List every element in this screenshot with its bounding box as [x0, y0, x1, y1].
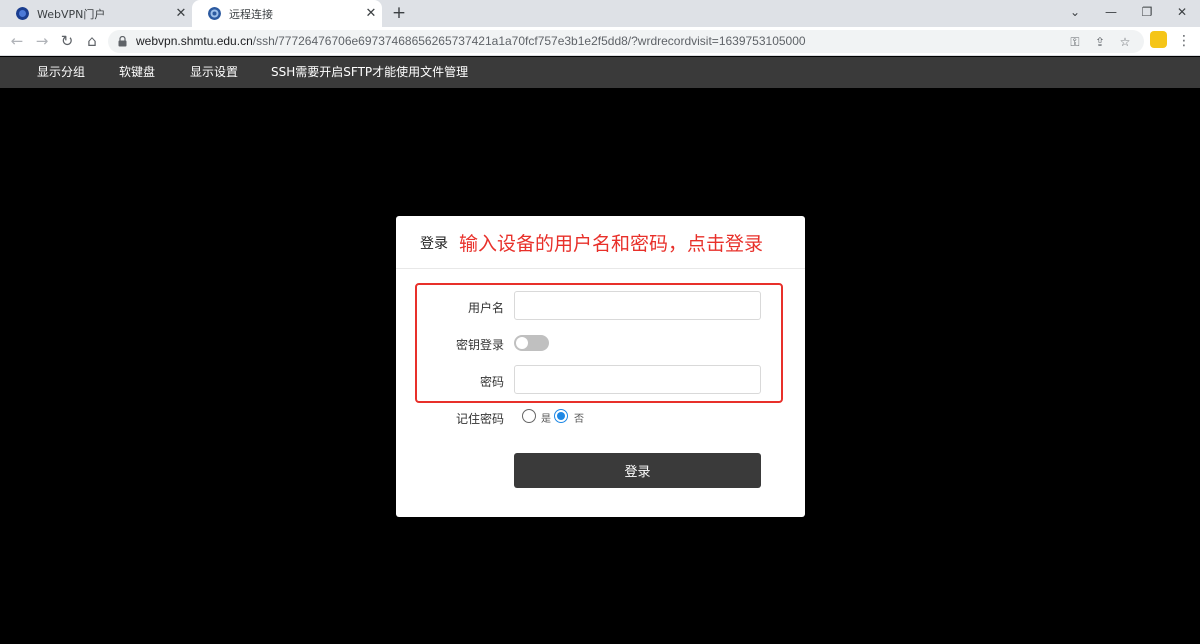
tab-title: 远程连接	[229, 7, 273, 21]
reload-icon[interactable]: ↻	[57, 31, 77, 51]
window-close-icon[interactable]: ✕	[1164, 0, 1200, 27]
username-input[interactable]	[514, 291, 761, 320]
more-menu-icon[interactable]: ⋮	[1176, 31, 1192, 51]
forward-arrow-icon[interactable]: →	[32, 31, 52, 51]
menu-display-settings[interactable]: 显示设置	[190, 57, 238, 88]
key-login-label: 密钥登录	[455, 338, 504, 352]
tab-close-icon[interactable]: ✕	[364, 6, 378, 21]
remember-no-label: 否	[574, 414, 584, 425]
remember-password-label: 记住密码	[455, 412, 504, 426]
tab-webvpn-portal[interactable]: WebVPN门户 ✕	[0, 0, 192, 27]
tab-remote-connection[interactable]: 远程连接 ✕	[192, 0, 382, 27]
share-icon[interactable]: ⇪	[1091, 33, 1109, 51]
menu-sftp-file-management[interactable]: SSH需要开启SFTP才能使用文件管理	[271, 57, 468, 88]
tab-search-chevron-down-icon[interactable]: ⌄	[1057, 0, 1093, 27]
radio-selected-dot	[557, 412, 565, 420]
home-icon[interactable]: ⌂	[82, 31, 102, 51]
browser-toolbar: ← → ↻ ⌂ webvpn.shmtu.edu.cn/ssh/77726476…	[0, 27, 1200, 56]
remember-yes-label: 是	[541, 414, 551, 425]
back-arrow-icon[interactable]: ←	[7, 31, 27, 51]
login-submit-button[interactable]: 登录	[514, 453, 761, 488]
dialog-title: 登录	[420, 236, 448, 252]
tab-title: WebVPN门户	[37, 7, 106, 21]
remember-yes-radio[interactable]	[522, 409, 536, 423]
address-bar[interactable]: webvpn.shmtu.edu.cn/ssh/77726476706e6973…	[108, 30, 1144, 53]
url-path: /ssh/77726476706e69737468656265737421a1a…	[252, 34, 806, 48]
new-tab-button[interactable]: +	[389, 3, 409, 23]
menu-soft-keyboard[interactable]: 软键盘	[119, 57, 155, 88]
minimize-icon[interactable]: —	[1093, 0, 1129, 27]
bookmark-star-icon[interactable]: ☆	[1116, 33, 1134, 51]
dialog-header: 登录 输入设备的用户名和密码，点击登录	[396, 216, 805, 269]
tab-close-icon[interactable]: ✕	[174, 6, 188, 21]
school-favicon-icon	[208, 7, 221, 20]
annotation-instruction: 输入设备的用户名和密码，点击登录	[459, 233, 764, 255]
url-host: webvpn.shmtu.edu.cn	[136, 34, 253, 48]
restore-icon[interactable]: ❐	[1129, 0, 1165, 27]
key-login-toggle[interactable]	[514, 335, 549, 351]
toggle-knob	[516, 337, 528, 349]
extension-icon[interactable]	[1150, 31, 1167, 48]
url-text[interactable]: webvpn.shmtu.edu.cn/ssh/77726476706e6973…	[136, 34, 806, 48]
menu-show-groups[interactable]: 显示分组	[37, 57, 85, 88]
app-menubar: 显示分组 软键盘 显示设置 SSH需要开启SFTP才能使用文件管理	[0, 57, 1200, 88]
remember-no-radio[interactable]	[554, 409, 568, 423]
login-dialog: 登录 输入设备的用户名和密码，点击登录 用户名 密钥登录 密码 记住密码 是 否…	[396, 216, 805, 517]
key-icon[interactable]: ⚿	[1066, 33, 1084, 51]
webvpn-favicon-icon	[16, 7, 29, 20]
password-input[interactable]	[514, 365, 761, 394]
password-label: 密码	[479, 375, 504, 389]
username-label: 用户名	[467, 301, 504, 315]
browser-tab-strip: WebVPN门户 ✕ 远程连接 ✕ + ⌄ — ❐ ✕	[0, 0, 1200, 27]
lock-icon[interactable]	[118, 36, 127, 47]
